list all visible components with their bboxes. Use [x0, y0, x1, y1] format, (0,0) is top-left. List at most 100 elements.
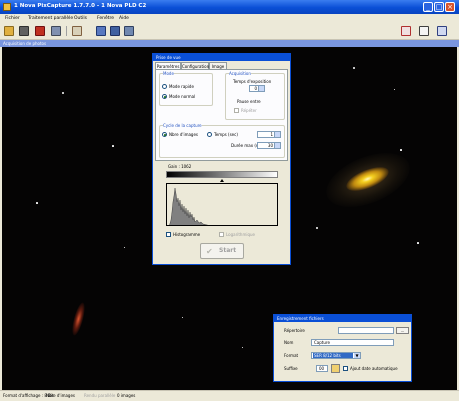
star — [417, 242, 419, 244]
menu-tools[interactable]: Outils — [74, 16, 87, 21]
spin-arrows-icon[interactable] — [274, 143, 280, 148]
histogram-chart — [169, 187, 209, 225]
star — [316, 227, 318, 229]
cycle-count-radio[interactable] — [162, 132, 167, 137]
pointer-icon[interactable] — [72, 26, 82, 36]
cycle-delay-value: 30 — [267, 143, 273, 148]
transfer-icon[interactable] — [51, 26, 61, 36]
mode-group-title: Mode — [163, 71, 174, 76]
menu-parallel[interactable]: Traitement parallèle — [28, 16, 73, 21]
menu-bar: Fichier Traitement parallèle Outils Fenê… — [0, 14, 459, 23]
help-icon[interactable] — [437, 26, 447, 36]
menu-file[interactable]: Fichier — [5, 16, 20, 21]
logarithmic-label: Logarithmique — [226, 232, 255, 237]
repeat-checkbox[interactable] — [234, 108, 239, 113]
gain-label: Gain : 1062 — [168, 164, 192, 169]
folder-label: Répertoire — [284, 328, 305, 333]
folder-icon[interactable] — [331, 364, 340, 373]
app-icon — [3, 3, 11, 11]
save-panel-title: Enregistrement fichiers — [277, 316, 324, 321]
exposure-value: 0 — [254, 86, 257, 91]
auto-date-label: Ajout date automatique — [350, 366, 398, 371]
cycle-time-label: Temps (sec) — [214, 132, 238, 137]
star — [182, 317, 183, 318]
histogram-checkbox[interactable] — [166, 232, 171, 237]
close-button[interactable]: × — [445, 2, 455, 12]
chevron-down-icon[interactable]: ▼ — [354, 353, 360, 358]
status-count: Nbre d'images — [46, 393, 76, 398]
exposure-label: Temps d'exposition — [233, 79, 272, 84]
spin-arrows-icon[interactable] — [274, 132, 280, 137]
capture-panel-title: Prise de vue — [156, 55, 181, 60]
format-label: Format — [284, 353, 299, 358]
name-label: Nom — [284, 340, 294, 345]
save-icon[interactable] — [110, 26, 120, 36]
cycle-delay-spinner[interactable]: 30 — [257, 142, 281, 149]
spin-arrows-icon[interactable] — [258, 86, 264, 91]
acquisition-group-title: Acquisition — [229, 71, 251, 76]
mode-fast-radio[interactable] — [162, 84, 167, 89]
title-bar: 1 Nova PixCapture 1.7.7.0 - 1 Nova PLD C… — [0, 0, 459, 14]
star — [112, 145, 114, 147]
exposure-spinner[interactable]: 0 — [249, 85, 265, 92]
star — [400, 149, 402, 151]
status-images: 0 images — [117, 393, 136, 398]
folder-input[interactable] — [338, 327, 394, 334]
histogram-label: Histogramme — [173, 232, 201, 237]
cycle-count-label: Nbre d'images — [169, 132, 199, 137]
cycle-time-radio[interactable] — [207, 132, 212, 137]
suffix-input[interactable]: 00 — [316, 365, 328, 372]
star — [394, 89, 395, 90]
menu-window[interactable]: Fenêtre — [97, 16, 114, 21]
capture-panel-titlebar: Prise de vue — [153, 54, 290, 61]
gain-gradient-bar[interactable] — [166, 171, 278, 178]
red-galaxy — [69, 301, 88, 337]
window-title: 1 Nova PixCapture 1.7.7.0 - 1 Nova PLD C… — [14, 3, 147, 9]
mode-normal-label: Mode normal — [169, 94, 196, 99]
document-title: Acquisition de photos — [3, 41, 47, 46]
cycle-count-spinner[interactable]: 1 — [257, 131, 281, 138]
start-button[interactable]: ✔ Start — [200, 243, 244, 259]
tab-image[interactable]: Image — [209, 62, 227, 69]
mode-group — [159, 73, 213, 106]
star — [124, 247, 125, 248]
star — [36, 202, 38, 204]
open-folder-icon[interactable] — [4, 26, 14, 36]
toolbar-separator — [66, 26, 67, 36]
browse-button[interactable]: ... — [396, 327, 409, 334]
status-parallel: Rendu parallèle — [84, 393, 116, 398]
name-input[interactable]: Capture — [311, 339, 394, 346]
grid-icon[interactable] — [401, 26, 411, 36]
histogram-shape — [169, 187, 209, 225]
save-panel: Enregistrement fichiers Répertoire ... N… — [273, 314, 412, 382]
document-title-bar: Acquisition de photos — [0, 40, 459, 47]
camera-icon[interactable] — [19, 26, 29, 36]
gain-slider-marker-icon[interactable] — [220, 179, 224, 182]
capture-panel: Prise de vue Paramètres Configuration Im… — [152, 53, 291, 265]
maximize-button[interactable]: □ — [434, 2, 444, 12]
mode-normal-radio[interactable] — [162, 94, 167, 99]
histogram-panel — [166, 183, 278, 226]
format-select[interactable]: SER 8/12 bits ▼ — [311, 352, 361, 359]
sequence-icon[interactable] — [96, 26, 106, 36]
text-tool-icon[interactable] — [419, 26, 429, 36]
auto-date-checkbox[interactable] — [343, 366, 348, 371]
menu-help[interactable]: Aide — [119, 16, 129, 21]
stop-icon[interactable] — [35, 26, 45, 36]
repeat-label: Répéter — [241, 108, 257, 113]
tab-configuration[interactable]: Configuration — [181, 62, 209, 69]
minimize-button[interactable]: _ — [423, 2, 433, 12]
format-selected: SER 8/12 bits — [313, 353, 353, 358]
save-panel-titlebar: Enregistrement fichiers — [274, 315, 411, 322]
star — [353, 67, 355, 69]
suffix-label: Suffixe — [284, 366, 298, 371]
mode-fast-label: Mode rapide — [169, 84, 194, 89]
monitor-icon[interactable] — [124, 26, 134, 36]
logarithmic-checkbox[interactable] — [219, 232, 224, 237]
star — [62, 92, 64, 94]
status-bar: Format d'affichage : 8 Bit Nbre d'images… — [0, 390, 459, 401]
toolbar — [0, 23, 459, 40]
start-label: Start — [219, 247, 237, 254]
check-icon: ✔ — [206, 247, 213, 256]
star — [242, 347, 243, 348]
